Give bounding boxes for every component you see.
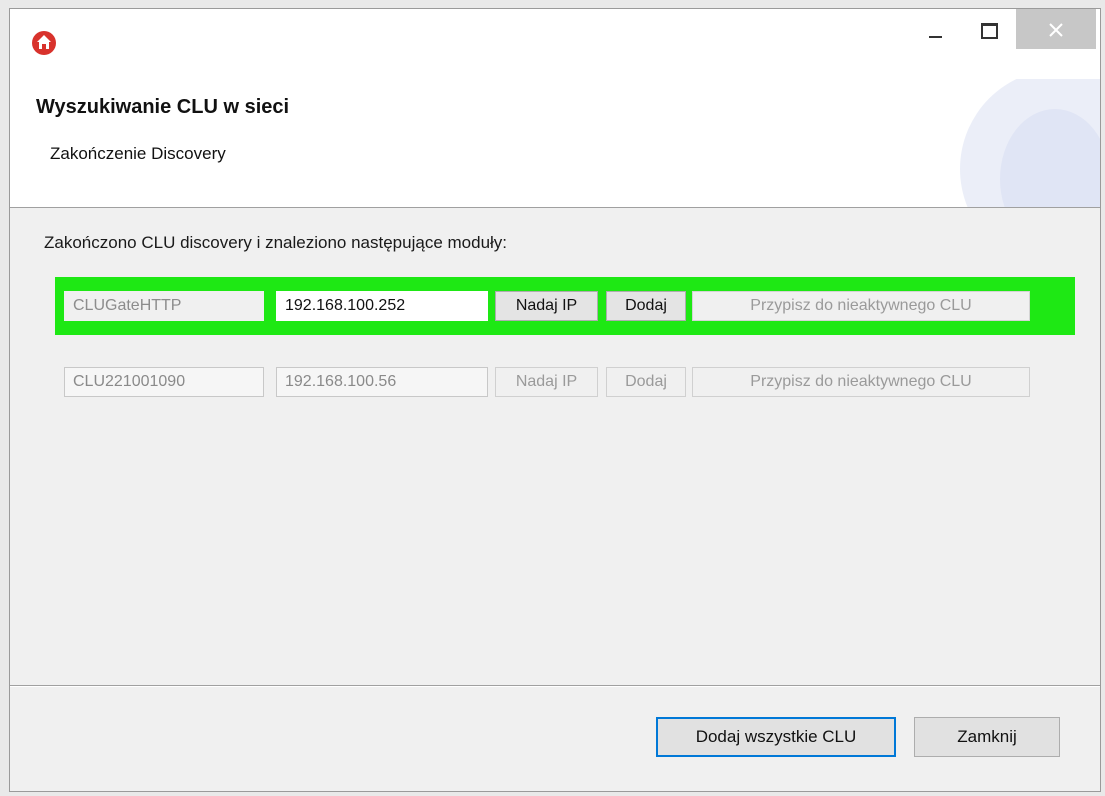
maximize-button[interactable] xyxy=(965,9,1011,49)
title-bar[interactable] xyxy=(10,9,1100,79)
dialog-header: Wyszukiwanie CLU w sieci Zakończenie Dis… xyxy=(10,79,1100,208)
module-name-field: CLUGateHTTP xyxy=(64,291,264,321)
module-row-active: CLUGateHTTP 192.168.100.252 Nadaj IP Dod… xyxy=(55,277,1075,335)
minimize-button[interactable] xyxy=(914,9,958,49)
add-all-clu-button[interactable]: Dodaj wszystkie CLU xyxy=(656,717,896,757)
add-module-button[interactable]: Dodaj xyxy=(606,291,686,321)
assign-ip-button: Nadaj IP xyxy=(495,367,598,397)
page-subtitle: Zakończenie Discovery xyxy=(50,144,226,163)
ip-address-input[interactable]: 192.168.100.252 xyxy=(276,291,488,321)
footer-divider xyxy=(10,685,1100,687)
close-window-button[interactable] xyxy=(1016,9,1096,49)
assign-inactive-clu-button: Przypisz do nieaktywnego CLU xyxy=(692,291,1030,321)
page-title: Wyszukiwanie CLU w sieci xyxy=(36,96,290,118)
dialog-window: Wyszukiwanie CLU w sieci Zakończenie Dis… xyxy=(9,8,1101,792)
module-row-inactive: CLU221001090 192.168.100.56 Nadaj IP Dod… xyxy=(55,353,1075,411)
assign-ip-button[interactable]: Nadaj IP xyxy=(495,291,598,321)
add-module-button: Dodaj xyxy=(606,367,686,397)
close-icon xyxy=(1049,23,1063,37)
ip-address-input: 192.168.100.56 xyxy=(276,367,488,397)
discovery-result-label: Zakończono CLU discovery i znaleziono na… xyxy=(44,233,508,252)
module-name-field: CLU221001090 xyxy=(64,367,264,397)
assign-inactive-clu-button: Przypisz do nieaktywnego CLU xyxy=(692,367,1030,397)
app-home-icon xyxy=(32,31,56,55)
close-button[interactable]: Zamknij xyxy=(914,717,1060,757)
